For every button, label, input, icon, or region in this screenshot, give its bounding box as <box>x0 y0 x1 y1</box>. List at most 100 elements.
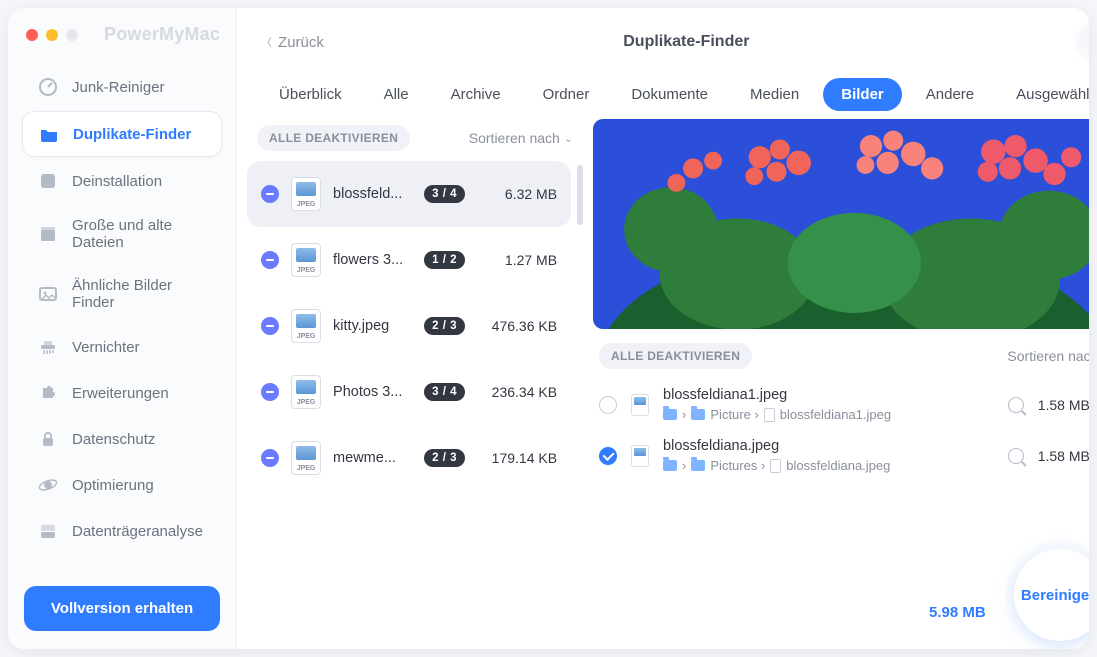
tab-andere[interactable]: Andere <box>908 78 992 111</box>
group-column: ALLE DEAKTIVIEREN Sortieren nach ⌄ JPEG … <box>247 119 583 641</box>
file-icon <box>631 394 649 416</box>
sidebar-item-box[interactable]: Große und alte Dateien <box>22 205 222 263</box>
group-size: 179.14 KB <box>477 450 557 466</box>
topbar: 〈 Zurück Duplikate-Finder ? <box>237 8 1089 72</box>
sidebar-item-puzzle[interactable]: Erweiterungen <box>22 371 222 415</box>
sidebar-item-label: Große und alte Dateien <box>72 217 206 251</box>
group-name: blossfeld... <box>333 186 412 202</box>
file-icon <box>631 445 649 467</box>
tab-dokumente[interactable]: Dokumente <box>613 78 726 111</box>
tab-medien[interactable]: Medien <box>732 78 817 111</box>
sidebar-item-disk[interactable]: Datenträgeranalyse <box>22 509 222 553</box>
sort-detail-button[interactable]: Sortieren nach ⌄ <box>1007 348 1089 364</box>
sidebar-item-label: Datenträgeranalyse <box>72 523 203 540</box>
gauge-icon <box>38 77 58 97</box>
sidebar-item-label: Datenschutz <box>72 431 155 448</box>
count-badge: 3 / 4 <box>424 185 465 203</box>
close-window-icon[interactable] <box>26 29 38 41</box>
group-name: Photos 3... <box>333 384 412 400</box>
file-info: blossfeldiana.jpeg › Pictures › blossfel… <box>663 438 994 473</box>
app-icon <box>38 171 58 191</box>
group-row[interactable]: JPEG blossfeld... 3 / 4 6.32 MB <box>247 161 571 227</box>
maximize-window-icon[interactable] <box>66 29 78 41</box>
tab-ordner[interactable]: Ordner <box>525 78 608 111</box>
folder-icon <box>39 124 59 144</box>
group-row[interactable]: JPEG flowers 3... 1 / 2 1.27 MB <box>247 227 571 293</box>
window-controls: PowerMyMac <box>16 22 228 63</box>
deselect-icon[interactable] <box>261 383 279 401</box>
back-label: Zurück <box>278 34 324 51</box>
tab-alle[interactable]: Alle <box>366 78 427 111</box>
sidebar-item-orbit[interactable]: Optimierung <box>22 463 222 507</box>
file-type-icon: JPEG <box>291 243 321 277</box>
sidebar-item-label: Ähnliche Bilder Finder <box>72 277 206 311</box>
reveal-icon[interactable] <box>1008 448 1024 464</box>
file-type-icon: JPEG <box>291 309 321 343</box>
sidebar-item-folder[interactable]: Duplikate-Finder <box>22 111 222 157</box>
folder-icon <box>663 460 677 471</box>
deactivate-all-detail-button[interactable]: ALLE DEAKTIVIEREN <box>599 343 752 369</box>
sidebar-item-app[interactable]: Deinstallation <box>22 159 222 203</box>
group-row[interactable]: JPEG mewme... 2 / 3 179.14 KB <box>247 425 571 491</box>
shredder-icon <box>38 337 58 357</box>
page-title: Duplikate-Finder <box>623 33 749 51</box>
puzzle-icon <box>38 383 58 403</box>
file-path: › Pictures › blossfeldiana.jpeg <box>663 458 994 473</box>
tab-bilder[interactable]: Bilder <box>823 78 902 111</box>
count-badge: 2 / 3 <box>424 449 465 467</box>
sidebar-item-gauge[interactable]: Junk-Reiniger <box>22 65 222 109</box>
detail-list-header: ALLE DEAKTIVIEREN Sortieren nach ⌄ <box>593 329 1089 379</box>
group-row[interactable]: JPEG Photos 3... 3 / 4 236.34 KB <box>247 359 571 425</box>
content-area: ALLE DEAKTIVIEREN Sortieren nach ⌄ JPEG … <box>237 115 1089 649</box>
box-icon <box>38 224 58 244</box>
back-button[interactable]: 〈 Zurück <box>261 34 324 51</box>
deselect-icon[interactable] <box>261 251 279 269</box>
main-panel: 〈 Zurück Duplikate-Finder ? ÜberblickAll… <box>237 8 1089 649</box>
orbit-icon <box>38 475 58 495</box>
folder-icon <box>691 460 705 471</box>
sidebar-item-label: Junk-Reiniger <box>72 79 165 96</box>
deselect-icon[interactable] <box>261 185 279 203</box>
scrollbar[interactable] <box>577 165 583 637</box>
reveal-icon[interactable] <box>1008 397 1024 413</box>
disk-icon <box>38 521 58 541</box>
checkbox[interactable] <box>599 447 617 465</box>
group-name: flowers 3... <box>333 252 412 268</box>
group-size: 1.27 MB <box>477 252 557 268</box>
sidebar-item-image[interactable]: Ähnliche Bilder Finder <box>22 265 222 323</box>
group-list-header: ALLE DEAKTIVIEREN Sortieren nach ⌄ <box>247 119 583 161</box>
checkbox[interactable] <box>599 396 617 414</box>
file-row[interactable]: blossfeldiana.jpeg › Pictures › blossfel… <box>593 430 1089 481</box>
sidebar-item-label: Vernichter <box>72 339 140 356</box>
tabs: ÜberblickAlleArchiveOrdnerDokumenteMedie… <box>237 72 1089 115</box>
file-row[interactable]: blossfeldiana1.jpeg › Picture › blossfel… <box>593 379 1089 430</box>
minimize-window-icon[interactable] <box>46 29 58 41</box>
tab-überblick[interactable]: Überblick <box>261 78 360 111</box>
sort-button[interactable]: Sortieren nach ⌄ <box>469 130 573 146</box>
sidebar-item-lock[interactable]: Datenschutz <box>22 417 222 461</box>
help-button[interactable]: ? <box>1076 24 1089 60</box>
deactivate-all-button[interactable]: ALLE DEAKTIVIEREN <box>257 125 410 151</box>
sidebar-item-shredder[interactable]: Vernichter <box>22 325 222 369</box>
preview-image <box>593 119 1089 329</box>
file-name: blossfeldiana1.jpeg <box>663 387 994 403</box>
sidebar-item-label: Erweiterungen <box>72 385 169 402</box>
detail-list: blossfeldiana1.jpeg › Picture › blossfel… <box>593 379 1089 579</box>
group-name: mewme... <box>333 450 412 466</box>
tab-ausgewählt[interactable]: Ausgewählt <box>998 78 1089 111</box>
group-row[interactable]: JPEG kitty.jpeg 2 / 3 476.36 KB <box>247 293 571 359</box>
deselect-icon[interactable] <box>261 317 279 335</box>
image-icon <box>38 284 58 304</box>
count-badge: 1 / 2 <box>424 251 465 269</box>
count-badge: 3 / 4 <box>424 383 465 401</box>
sidebar-item-label: Deinstallation <box>72 173 162 190</box>
footer: 5.98 MB Bereinigen <box>593 579 1089 641</box>
upgrade-button[interactable]: Vollversion erhalten <box>24 586 220 631</box>
selected-total: 5.98 MB <box>929 604 986 621</box>
deselect-icon[interactable] <box>261 449 279 467</box>
tab-archive[interactable]: Archive <box>433 78 519 111</box>
file-name: blossfeldiana.jpeg <box>663 438 994 454</box>
chevron-left-icon: 〈 <box>261 34 272 50</box>
file-info: blossfeldiana1.jpeg › Picture › blossfel… <box>663 387 994 422</box>
group-size: 236.34 KB <box>477 384 557 400</box>
